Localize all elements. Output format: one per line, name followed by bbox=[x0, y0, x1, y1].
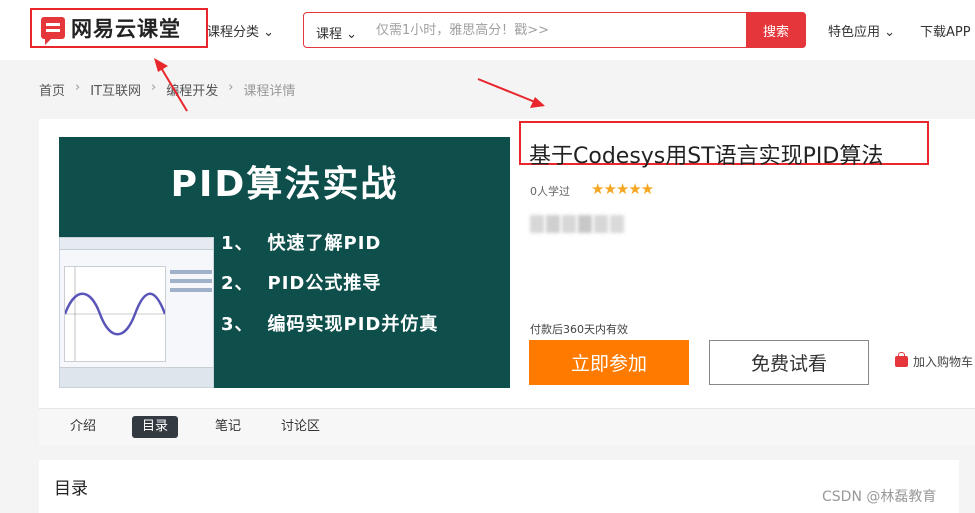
screenshot-footer bbox=[60, 367, 213, 387]
search-button[interactable]: 搜索 bbox=[746, 12, 806, 48]
tab-discussion[interactable]: 讨论区 bbox=[271, 416, 330, 438]
chevron-right-icon: › bbox=[75, 80, 81, 95]
feature-apps-menu[interactable]: 特色应用 ⌄ bbox=[828, 21, 895, 40]
course-card: PID算法实战 1、 快速了解PID 2、 PID公式推导 3、 编码实现PID并仿真… bbox=[39, 119, 975, 445]
arrow-to-title bbox=[477, 78, 536, 103]
cover-point-3: 3、 编码实现PID并仿真 bbox=[221, 314, 439, 335]
add-to-cart-label: 加入购物车 bbox=[913, 355, 974, 369]
tab-notes[interactable]: 笔记 bbox=[205, 416, 251, 438]
chevron-right-icon: › bbox=[228, 80, 234, 95]
search-input[interactable] bbox=[376, 19, 736, 41]
site-logo[interactable]: 网易云课堂 bbox=[30, 8, 208, 48]
cart-icon bbox=[895, 352, 908, 367]
course-title: 基于Codesys用ST语言实现PID算法 bbox=[529, 144, 884, 169]
screenshot-plot bbox=[63, 266, 167, 362]
screenshot-sidebar bbox=[170, 270, 212, 310]
learner-count: 0人学过 bbox=[530, 185, 570, 198]
screenshot-toolbar bbox=[60, 238, 213, 250]
breadcrumb-home[interactable]: 首页 bbox=[39, 80, 65, 99]
course-tabs: 介绍 目录 笔记 讨论区 bbox=[39, 408, 975, 445]
breadcrumb-programming[interactable]: 编程开发 bbox=[166, 80, 218, 99]
course-category-menu[interactable]: 课程分类 ⌄ bbox=[207, 21, 274, 40]
feature-apps-label: 特色应用 bbox=[828, 25, 881, 40]
add-to-cart-link[interactable]: 加入购物车 bbox=[895, 352, 974, 370]
breadcrumb-current: 课程详情 bbox=[243, 84, 296, 99]
chevron-down-icon: ⌄ bbox=[884, 25, 896, 40]
arrow-head-title bbox=[530, 97, 545, 108]
search-type-label: 课程 bbox=[316, 27, 343, 42]
cover-title: PID算法实战 bbox=[170, 164, 399, 205]
cover-software-screenshot bbox=[59, 237, 214, 388]
breadcrumb: 首页 › IT互联网 › 编程开发 › 课程详情 bbox=[39, 80, 295, 99]
course-cover-image[interactable]: PID算法实战 1、 快速了解PID 2、 PID公式推导 3、 编码实现PID并仿真 bbox=[59, 137, 510, 388]
validity-text: 付款后360天内有效 bbox=[530, 323, 628, 336]
chevron-down-icon: ⌄ bbox=[263, 25, 275, 40]
search-type-select[interactable]: 课程 ⌄ bbox=[316, 23, 357, 42]
sine-wave-graphic bbox=[63, 267, 167, 361]
logo-icon bbox=[41, 17, 65, 45]
rating-stars-icon: ★★★★★ bbox=[591, 180, 654, 198]
tab-intro[interactable]: 介绍 bbox=[60, 416, 106, 438]
chevron-down-icon: ⌄ bbox=[346, 27, 358, 42]
tab-catalog[interactable]: 目录 bbox=[132, 416, 179, 438]
catalog-title: 目录 bbox=[54, 479, 88, 499]
join-now-button[interactable]: 立即参加 bbox=[529, 340, 689, 385]
top-header: 网易云课堂 课程分类 ⌄ 课程 ⌄ 搜索 特色应用 ⌄ 下载APP bbox=[0, 0, 975, 60]
catalog-panel: 目录 bbox=[39, 460, 959, 513]
csdn-watermark: CSDN @林磊教育 bbox=[822, 489, 937, 505]
download-app-link[interactable]: 下载APP bbox=[920, 21, 971, 40]
price-blurred bbox=[530, 215, 625, 235]
cover-point-2: 2、 PID公式推导 bbox=[221, 273, 382, 294]
logo-text: 网易云课堂 bbox=[71, 17, 181, 41]
search-bar: 课程 ⌄ 搜索 bbox=[303, 12, 806, 48]
free-trial-button[interactable]: 免费试看 bbox=[709, 340, 869, 385]
breadcrumb-it[interactable]: IT互联网 bbox=[90, 80, 141, 99]
arrow-head-logo bbox=[154, 58, 168, 72]
course-category-label: 课程分类 bbox=[207, 25, 260, 40]
cover-point-1: 1、 快速了解PID bbox=[221, 233, 382, 254]
chevron-right-icon: › bbox=[151, 80, 157, 95]
